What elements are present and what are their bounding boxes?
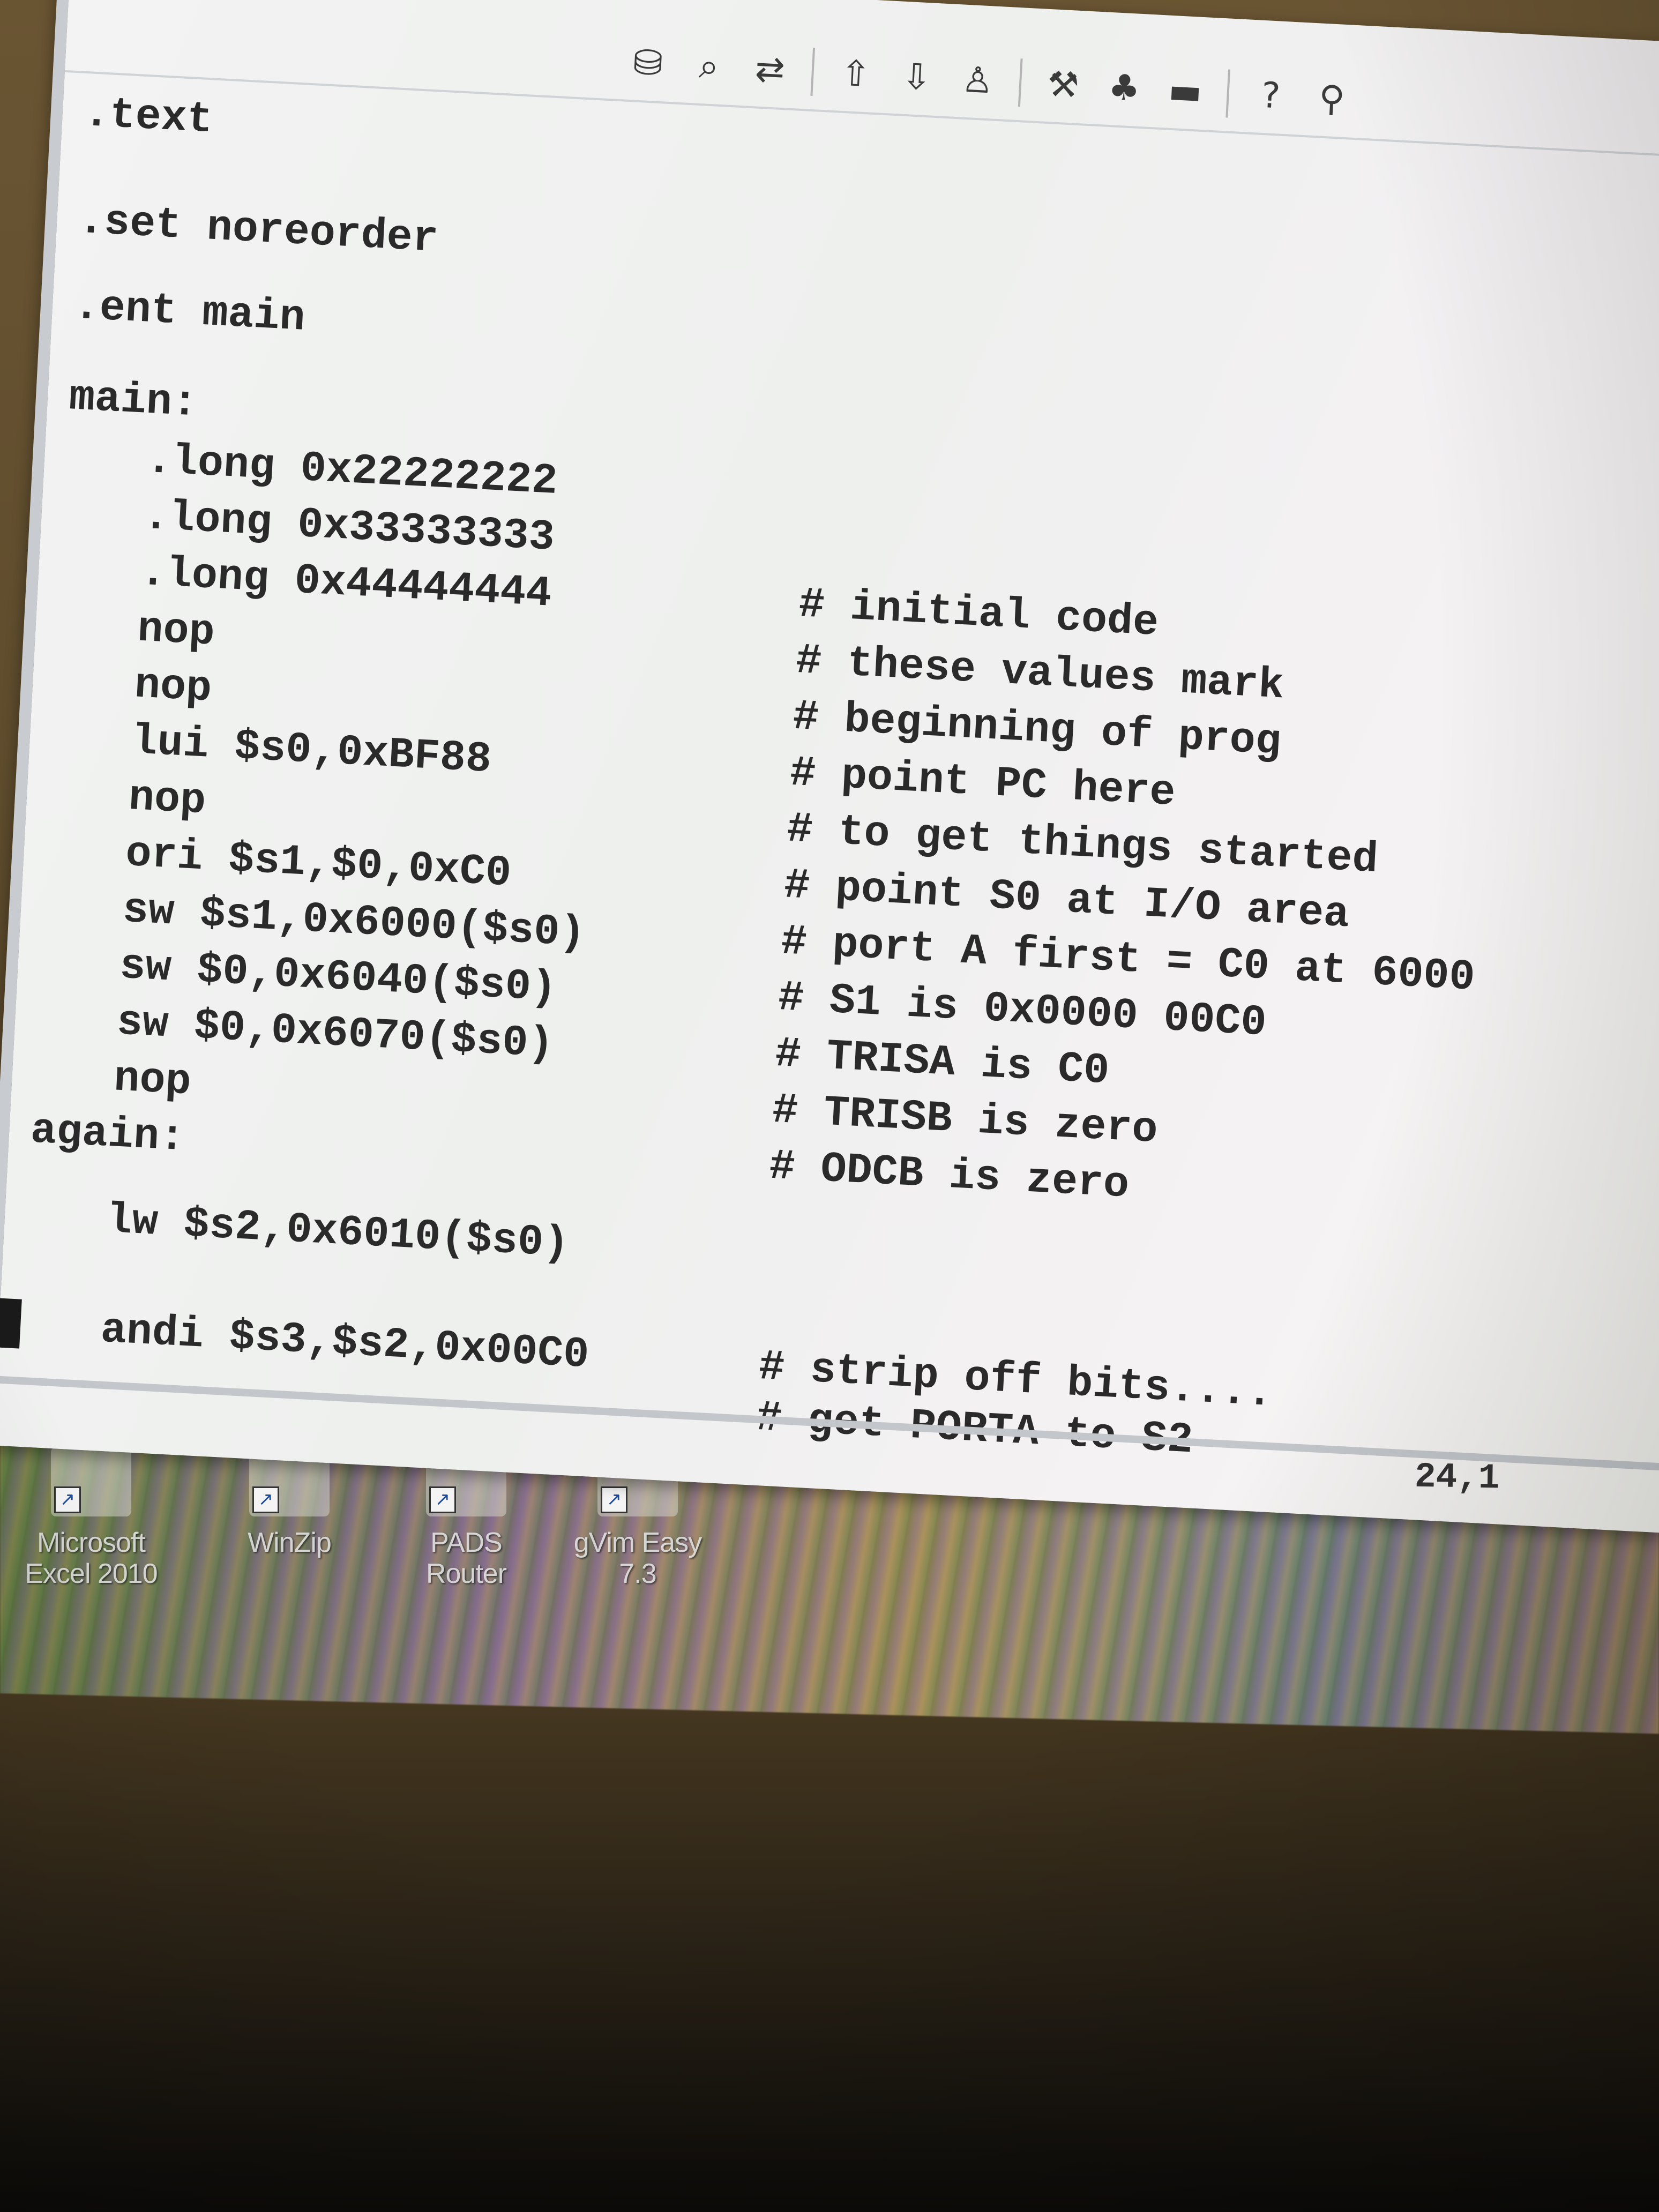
code-line: again: <box>29 1106 186 1163</box>
tag-jump-icon[interactable]: ▬ <box>1165 69 1206 114</box>
code-line: ori $s1,$0,0xC0 # port A first = C0 at 6… <box>124 829 1476 1003</box>
ctags-icon[interactable]: ♣ <box>1104 66 1145 111</box>
shortcut-arrow-icon: ↗ <box>252 1486 279 1513</box>
help-search-icon[interactable]: ⚲ <box>1311 77 1352 122</box>
save-session-icon[interactable]: ⇩ <box>896 55 937 100</box>
find-icon[interactable]: ⌕ <box>689 44 729 89</box>
projected-screen-photo: ↗ Microsoft Excel 2010 ↗ WinZip ↗ PADS R… <box>0 0 1659 2212</box>
code-line: main: <box>68 373 199 429</box>
text-cursor <box>0 1298 22 1349</box>
code-line: .text <box>83 89 214 145</box>
shortcut-label: Microsoft Excel 2010 <box>25 1527 158 1589</box>
shortcut-arrow-icon: ↗ <box>54 1486 81 1513</box>
code-line: sw $0,0x6070($s0) # TRISB is zero <box>115 998 1159 1155</box>
shortcut-label: WinZip <box>248 1527 332 1558</box>
run-script-icon[interactable]: ♙ <box>957 58 998 103</box>
code-line: nop # beginning of prog <box>136 604 1282 767</box>
code-line: .long 0x22222222 <box>145 436 559 506</box>
code-line: andi $s3,$s2,0x00C0 # get PORTA to S2 <box>0 1192 1194 1465</box>
code-line: lui $s0,0xBF88 # to get things started <box>130 717 1379 885</box>
shortcut-excel-2010[interactable]: ↗ Microsoft Excel 2010 <box>21 1447 161 1618</box>
replace-icon[interactable]: ⇄ <box>750 47 790 92</box>
gvim-editor-window[interactable]: ⛁ ⌕ ⇄ ⇧ ⇩ ♙ ⚒ ♣ ▬ ? ⚲ .text .set noreord… <box>0 0 1659 1533</box>
shortcut-winzip[interactable]: ↗ WinZip <box>220 1447 359 1618</box>
toolbar-separator <box>1225 69 1231 118</box>
code-line: .set noreorder <box>77 196 439 264</box>
toolbar-separator <box>810 47 816 96</box>
toolbar-separator <box>1018 58 1023 107</box>
code-line: lw $s2,0x6010($s0) <box>105 1195 571 1269</box>
shortcut-arrow-icon: ↗ <box>601 1486 627 1513</box>
code-line: nop # point S0 at I/O area <box>127 773 1351 940</box>
shortcut-label: PADS Router <box>425 1527 507 1589</box>
help-icon[interactable]: ? <box>1251 73 1291 118</box>
code-line: nop # point PC here <box>133 661 1177 818</box>
code-line: sw $0,0x6040($s0) # TRISA is C0 <box>118 941 1111 1096</box>
code-line: nop # ODCB is zero <box>113 1054 1131 1210</box>
code-line: .ent main <box>72 282 307 343</box>
save-icon[interactable]: ⛁ <box>627 41 668 86</box>
code-line: sw $s1,0x6000($s0) # S1 is 0x0000 00C0 <box>121 885 1268 1048</box>
make-icon[interactable]: ⚒ <box>1043 63 1083 108</box>
shortcut-label: gVim Easy 7.3 <box>573 1527 703 1589</box>
load-session-icon[interactable]: ⇧ <box>835 51 876 96</box>
code-line: .long 0x33333333 # initial code <box>142 492 1160 648</box>
shortcut-arrow-icon: ↗ <box>429 1486 456 1513</box>
code-line: # strip off bits.... <box>757 1343 1274 1419</box>
code-line: .long 0x44444444 # these values mark <box>139 548 1286 711</box>
cursor-position-indicator: 24,1 <box>1414 1456 1500 1499</box>
